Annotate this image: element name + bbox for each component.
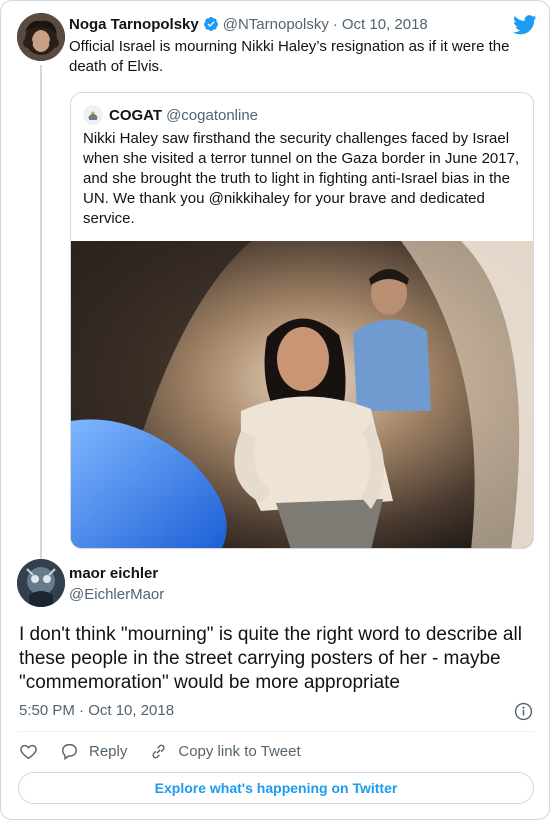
heart-icon [20,744,37,759]
divider [17,731,535,732]
tweet-timestamp[interactable]: 5:50 PM · Oct 10, 2018 [19,702,174,719]
separator: · [332,15,338,33]
author-handle: @cogatonline [166,106,259,124]
reply-button[interactable]: Reply [60,742,127,761]
info-icon[interactable] [514,702,533,721]
author-name[interactable]: Noga Tarnopolsky [69,16,199,33]
action-bar: Reply Copy link to Tweet [19,740,323,762]
speech-bubble-icon [62,743,77,760]
tweet-embed-card: Noga Tarnopolsky @NTarnopolsky · Oct 10,… [0,0,550,820]
author-handle[interactable]: @EichlerMaor [69,586,164,603]
explore-twitter-button[interactable]: Explore what's happening on Twitter [18,772,534,804]
copy-link-label: Copy link to Tweet [178,742,301,760]
like-button[interactable] [19,742,38,761]
verified-badge-icon [203,17,218,31]
tweet-text: I don't think "mourning" is quite the ri… [19,624,522,693]
reply-label: Reply [89,742,128,760]
copy-link-button[interactable]: Copy link to Tweet [149,742,301,761]
thread-connector-line [40,65,42,563]
author-name: COGAT [109,106,163,124]
quoted-tweet[interactable]: COGAT @cogatonline Nikki Haley saw first… [70,92,534,549]
link-icon [152,744,165,758]
quoted-tweet-text: Nikki Haley saw firsthand the security c… [83,130,520,227]
tweet-photo[interactable] [71,241,534,549]
tweet-date[interactable]: Oct 10, 2018 [342,16,428,33]
avatar[interactable] [17,13,65,61]
author-handle[interactable]: @NTarnopolsky [223,16,329,33]
avatar[interactable] [17,559,65,607]
twitter-bird-icon[interactable] [513,15,537,35]
avatar [83,105,103,125]
tweet-text: Official Israel is mourning Nikki Haley’… [69,38,510,75]
author-name[interactable]: maor eichler [69,565,158,582]
